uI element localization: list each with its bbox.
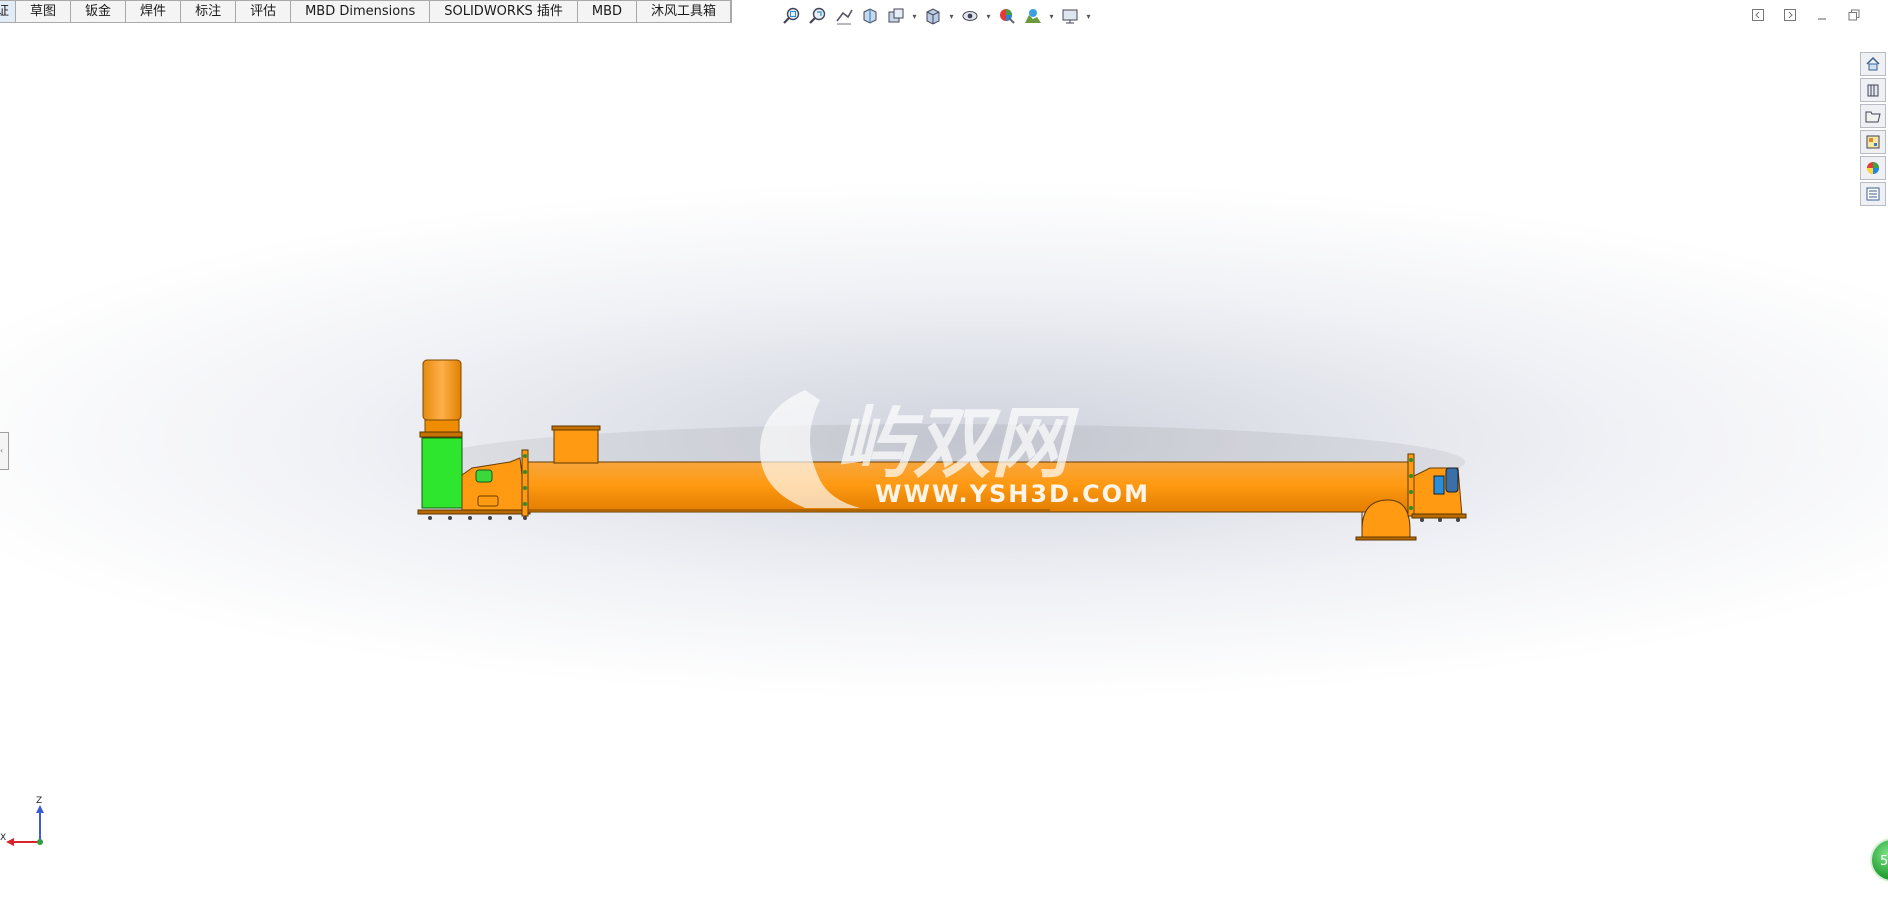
tab-sketch[interactable]: 草图 (16, 0, 72, 22)
apply-scene-dropdown[interactable]: ▾ (1047, 4, 1056, 28)
status-badge[interactable]: 53 (1870, 838, 1888, 882)
tab-mufeng-toolbox[interactable]: 沐风工具箱 (637, 0, 732, 22)
view-settings-dropdown[interactable]: ▾ (1084, 4, 1093, 28)
triad-z-label: Z (36, 796, 42, 806)
zoom-to-fit-icon[interactable] (780, 4, 804, 28)
tab-evaluate[interactable]: 评估 (236, 0, 292, 22)
tab-sheet-metal[interactable]: 钣金 (71, 0, 127, 22)
display-style-dropdown[interactable]: ▾ (984, 4, 993, 28)
dynamic-annotation-icon[interactable] (884, 4, 908, 28)
command-manager-tabs: 证 草图 钣金 焊件 标注 评估 MBD Dimensions SOLIDWOR… (0, 0, 733, 23)
design-library-icon[interactable] (1860, 78, 1886, 102)
dynamic-annotation-dropdown[interactable]: ▾ (910, 4, 919, 28)
tile-right-icon[interactable] (1778, 6, 1802, 24)
tab-features[interactable]: 证 (0, 0, 17, 22)
minimize-icon[interactable] (1810, 6, 1834, 24)
tab-markup[interactable]: 标注 (181, 0, 237, 22)
triad-x-label: X (0, 833, 6, 843)
tab-solidworks-addins[interactable]: SOLIDWORKS 插件 (430, 0, 578, 22)
tile-left-icon[interactable] (1746, 6, 1770, 24)
section-view-icon[interactable] (858, 4, 882, 28)
view-orientation-icon[interactable] (921, 4, 945, 28)
file-explorer-icon[interactable] (1860, 104, 1886, 128)
view-palette-icon[interactable] (1860, 130, 1886, 154)
feature-manager-collapse-handle[interactable]: ‹ (0, 432, 9, 470)
appearances-icon[interactable] (1860, 156, 1886, 180)
watermark-url: WWW.YSH3D.COM (875, 480, 1150, 508)
task-pane (1860, 52, 1888, 206)
restore-icon[interactable] (1842, 6, 1866, 24)
heads-up-view-toolbar: ▾ ▾ ▾ ▾ ▾ (780, 3, 1093, 29)
screw-conveyor-model[interactable] (410, 350, 1480, 550)
tab-mbd[interactable]: MBD (577, 0, 638, 22)
view-orientation-dropdown[interactable]: ▾ (947, 4, 956, 28)
display-style-icon[interactable] (958, 4, 982, 28)
edit-appearance-icon[interactable] (995, 4, 1019, 28)
apply-scene-icon[interactable] (1021, 4, 1045, 28)
home-icon[interactable] (1860, 52, 1886, 76)
custom-properties-icon[interactable] (1860, 182, 1886, 206)
tab-weldments[interactable]: 焊件 (126, 0, 182, 22)
tab-mbd-dimensions[interactable]: MBD Dimensions (291, 0, 431, 22)
view-settings-icon[interactable] (1058, 4, 1082, 28)
reference-triad: Z X (0, 796, 44, 846)
zoom-to-area-icon[interactable] (806, 4, 830, 28)
window-controls (1746, 6, 1866, 24)
previous-view-icon[interactable] (832, 4, 856, 28)
